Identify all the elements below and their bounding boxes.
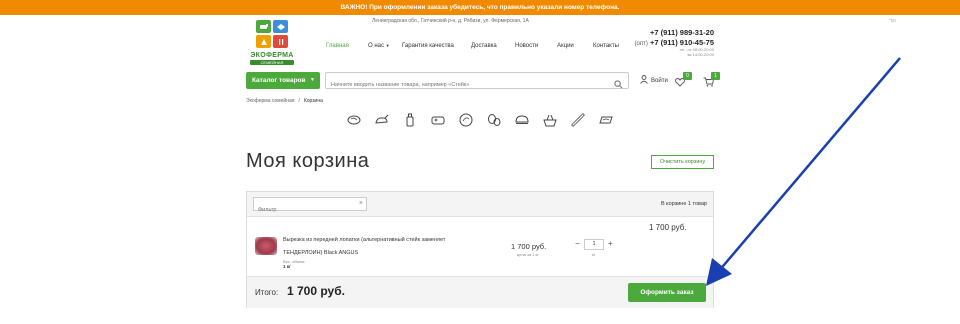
steak-icon[interactable] bbox=[346, 112, 362, 128]
favorites-button[interactable]: 0 bbox=[675, 72, 692, 92]
logo-name: ЭКОФЕРМА bbox=[250, 52, 294, 59]
nav-item-sales[interactable]: Акции bbox=[557, 43, 574, 49]
user-icon bbox=[640, 75, 648, 86]
cart-panel: × В корзине 1 товар Вырезка из передней … bbox=[246, 191, 714, 308]
phone-wholesale[interactable]: (опт) +7 (911) 910-45-75 bbox=[635, 38, 714, 47]
clear-filter-icon[interactable]: × bbox=[359, 198, 363, 210]
cheese-icon[interactable] bbox=[430, 112, 446, 128]
nav-item-quality[interactable]: Гарантия качества bbox=[402, 43, 454, 49]
nav-item-news[interactable]: Новости bbox=[515, 43, 538, 49]
bread-icon[interactable] bbox=[514, 112, 530, 128]
search-bar[interactable] bbox=[325, 72, 629, 93]
nav-item-contacts[interactable]: Контакты bbox=[593, 43, 619, 49]
quantity-input[interactable]: 1 bbox=[584, 239, 604, 250]
nav-item-delivery[interactable]: Доставка bbox=[471, 43, 497, 49]
breadcrumb-home[interactable]: Экоферма семейная bbox=[246, 98, 294, 104]
total-label: Итого: bbox=[255, 288, 279, 297]
product-name-line2: ТЕНДЕРЛОИН) Black ANGUS bbox=[283, 250, 359, 256]
cutlery-icon bbox=[273, 35, 288, 48]
filter-input[interactable] bbox=[254, 204, 354, 216]
phone-retail[interactable]: +7 (911) 989-31-20 bbox=[635, 28, 714, 37]
item-total-price: 1 700 руб. bbox=[649, 223, 687, 232]
filter-field[interactable]: × bbox=[253, 197, 367, 216]
wheat-icon bbox=[256, 35, 271, 48]
nav-item-home[interactable]: Главная bbox=[326, 43, 349, 49]
search-icon[interactable] bbox=[614, 76, 623, 94]
farm-address: Ленинградская обл., Гатчинский р-н, д. Р… bbox=[372, 18, 529, 24]
milk-bottle-icon[interactable] bbox=[402, 112, 418, 128]
login-link[interactable]: Войти bbox=[640, 75, 668, 86]
important-notice-bar: ВАЖНО! При оформлении заказа убедитесь, … bbox=[0, 0, 960, 15]
sausage-icon[interactable] bbox=[570, 112, 586, 128]
page-title: Моя корзина bbox=[246, 150, 370, 172]
search-input[interactable] bbox=[326, 77, 606, 93]
login-label: Войти bbox=[651, 77, 668, 84]
dumplings-icon[interactable] bbox=[598, 112, 614, 128]
product-name[interactable]: Вырезка из передней лопатки (альтернатив… bbox=[283, 234, 473, 260]
category-icons-row bbox=[346, 112, 616, 128]
plate-icon[interactable] bbox=[458, 112, 474, 128]
cart-footer: Итого: 1 700 руб. Оформить заказ bbox=[247, 276, 713, 308]
logo-subtitle: СЕМЕЙНАЯ bbox=[250, 60, 294, 65]
qty-decrease-button[interactable]: − bbox=[575, 240, 580, 248]
total-value: 1 700 руб. bbox=[287, 284, 345, 298]
qty-increase-button[interactable]: + bbox=[608, 240, 613, 248]
cart-filter-row: × В корзине 1 товар bbox=[247, 192, 713, 217]
breadcrumb: Экоферма семейная / Корзина bbox=[246, 98, 323, 104]
product-prop-value: 1 кг bbox=[283, 264, 291, 269]
header-mark: "10 bbox=[889, 18, 896, 23]
chevron-down-icon: ▼ bbox=[310, 77, 315, 83]
chicken-icon[interactable] bbox=[374, 112, 390, 128]
unit-price-note: цена за 1 кг bbox=[517, 252, 539, 257]
breadcrumb-current: Корзина bbox=[303, 98, 323, 104]
unit-price: 1 700 руб. bbox=[511, 242, 547, 251]
cow-icon bbox=[256, 20, 271, 33]
product-name-line1: Вырезка из передней лопатки (альтернатив… bbox=[283, 237, 446, 243]
product-image[interactable] bbox=[255, 237, 277, 255]
annotation-arrow bbox=[706, 57, 901, 286]
nav-item-about[interactable]: О нас ▼ bbox=[368, 43, 390, 49]
eggs-icon[interactable] bbox=[486, 112, 502, 128]
catalog-label: Каталог товаров bbox=[252, 77, 306, 84]
quantity-unit: кг bbox=[592, 252, 596, 257]
fish-icon bbox=[273, 20, 288, 33]
site-logo[interactable]: ЭКОФЕРМА СЕМЕЙНАЯ bbox=[246, 19, 298, 65]
basket-icon[interactable] bbox=[542, 112, 558, 128]
catalog-button[interactable]: Каталог товаров ▼ bbox=[246, 72, 320, 89]
breadcrumb-separator: / bbox=[298, 98, 300, 104]
